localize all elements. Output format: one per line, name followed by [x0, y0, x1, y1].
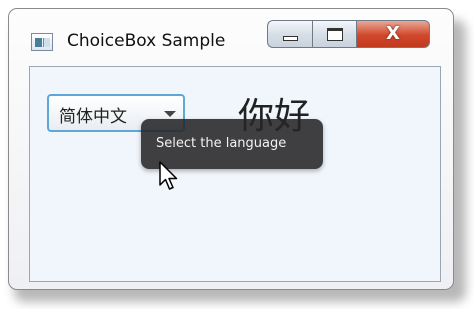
caption-buttons: X [267, 20, 430, 50]
close-button[interactable]: X [357, 20, 430, 48]
app-window-icon [31, 33, 53, 51]
arrow-cursor-icon [159, 161, 178, 190]
minimize-icon [283, 36, 298, 41]
close-icon: X [386, 23, 400, 44]
window-title: ChoiceBox Sample [67, 31, 226, 51]
tooltip-text: Select the language [156, 136, 287, 151]
maximize-icon [327, 28, 343, 41]
client-area: 简体中文 你好 [29, 66, 441, 282]
title-bar[interactable]: ChoiceBox Sample X [9, 9, 453, 61]
maximize-button[interactable] [312, 20, 357, 48]
choicebox-selected-value: 简体中文 [59, 107, 127, 127]
chevron-down-icon [164, 111, 176, 117]
minimize-button[interactable] [267, 20, 312, 48]
